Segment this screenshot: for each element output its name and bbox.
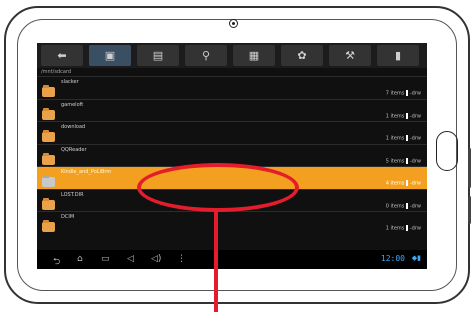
list-item[interactable]: gameloft 1 items -drw bbox=[37, 98, 427, 122]
folder-name: download bbox=[61, 124, 86, 130]
recent-apps-icon[interactable]: ▭ bbox=[101, 254, 110, 264]
folder-name: slacker bbox=[61, 79, 79, 85]
back-icon[interactable]: ⮌ bbox=[53, 254, 60, 269]
front-camera bbox=[229, 19, 238, 28]
hardware-home-button[interactable] bbox=[436, 131, 458, 171]
document-icon[interactable]: ▤ bbox=[137, 45, 179, 66]
volume-up-icon[interactable]: ◁) bbox=[151, 254, 161, 264]
menu-icon[interactable]: ⋮ bbox=[177, 254, 186, 264]
folder-icon bbox=[42, 175, 55, 187]
volume-down-icon[interactable]: ◁ bbox=[127, 254, 134, 264]
list-item[interactable]: DCIM 1 items -drw bbox=[37, 211, 427, 234]
sd-card-icon[interactable]: ▣ bbox=[89, 45, 131, 66]
folder-name: Kindle_and_PoLiBrm bbox=[61, 169, 112, 175]
clock: 12:00 bbox=[380, 254, 405, 263]
image-icon[interactable]: ▦ bbox=[233, 45, 275, 66]
folder-icon bbox=[42, 130, 55, 142]
film-reel-icon[interactable]: ✿ bbox=[281, 45, 323, 66]
file-manager-toolbar: ⬅ ▣ ▤ ⚲ ▦ ✿ ⚒ ▮ bbox=[37, 43, 427, 68]
folder-icon bbox=[42, 85, 55, 97]
folder-icon bbox=[42, 220, 55, 232]
folder-meta: 5 items -drw bbox=[385, 157, 421, 164]
home-icon[interactable]: ⌂ bbox=[77, 254, 83, 264]
file-icon[interactable]: ▮ bbox=[377, 45, 419, 66]
usb-icon[interactable]: ⚲ bbox=[185, 45, 227, 66]
current-path: /mnt/sdcard bbox=[41, 69, 72, 75]
tablet-screen: ⬅ ▣ ▤ ⚲ ▦ ✿ ⚒ ▮ /mnt/sdcard slacker 7 it… bbox=[37, 43, 427, 269]
folder-meta: 1 items -drw bbox=[385, 135, 421, 142]
side-key-lower[interactable] bbox=[468, 196, 471, 224]
system-navigation-bar: ⮌ ⌂ ▭ ◁ ◁) ⋮ 12:00 ◆▮ bbox=[37, 250, 427, 269]
folder-icon bbox=[42, 107, 55, 120]
folder-meta: 1 items -drw bbox=[385, 225, 421, 232]
folder-meta: 4 items -drw bbox=[385, 180, 421, 187]
folder-meta: 0 items -drw bbox=[385, 202, 421, 209]
folder-icon bbox=[42, 152, 55, 165]
annotation-highlight-ellipse bbox=[137, 163, 299, 212]
folder-meta: 1 items -drw bbox=[385, 112, 421, 119]
tools-icon[interactable]: ⚒ bbox=[329, 45, 371, 66]
list-item[interactable]: download 1 items -drw bbox=[37, 121, 427, 144]
side-key-upper[interactable] bbox=[468, 148, 471, 188]
list-item[interactable]: slacker 7 items -drw bbox=[37, 76, 427, 99]
back-arrow-icon[interactable]: ⬅ bbox=[41, 45, 83, 66]
folder-name: QQReader bbox=[61, 146, 87, 153]
folder-name: DCIM bbox=[61, 214, 75, 220]
annotation-pointer-line bbox=[214, 209, 218, 312]
folder-name: LOST.DIR bbox=[61, 191, 84, 198]
folder-icon bbox=[42, 197, 55, 210]
folder-name: gameloft bbox=[61, 101, 84, 108]
folder-meta: 7 items -drw bbox=[385, 90, 421, 97]
wifi-battery-icon: ◆▮ bbox=[411, 254, 421, 262]
